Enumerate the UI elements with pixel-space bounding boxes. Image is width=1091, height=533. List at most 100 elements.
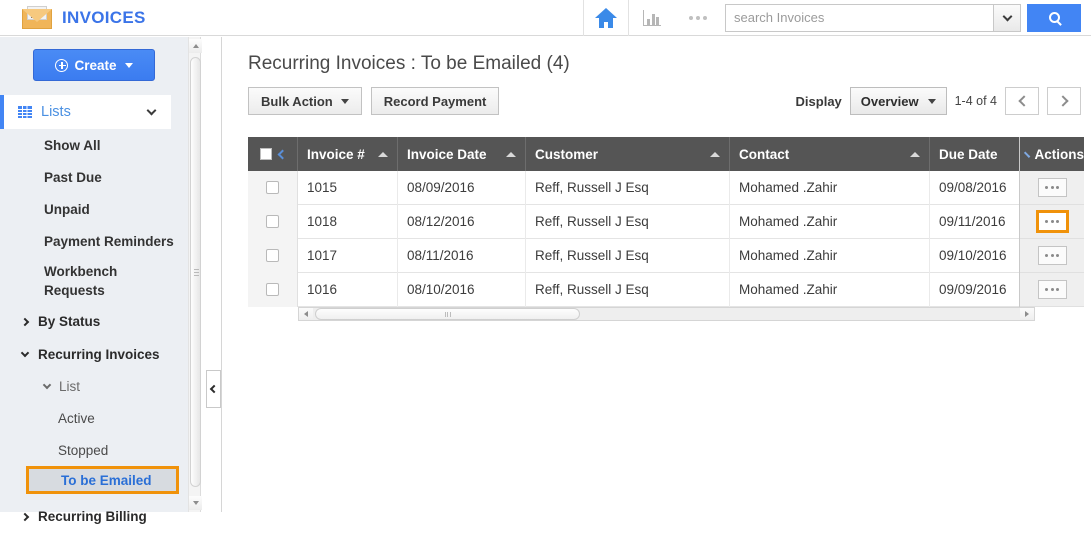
sidebar-item-label: Show All bbox=[44, 138, 101, 153]
search-button[interactable] bbox=[1027, 4, 1081, 32]
plus-circle-icon bbox=[55, 59, 68, 72]
create-button[interactable]: Create bbox=[33, 49, 155, 81]
caret-up-icon bbox=[506, 152, 516, 157]
caret-down-icon bbox=[341, 99, 349, 104]
page-title: INVOICES bbox=[62, 8, 146, 28]
column-header-actions[interactable]: Actions bbox=[1020, 137, 1084, 171]
column-label: Customer bbox=[535, 147, 598, 162]
bar-chart-icon[interactable] bbox=[629, 0, 675, 36]
row-actions-button-highlighted[interactable] bbox=[1036, 210, 1069, 233]
sidebar-group-label: Recurring Billing bbox=[38, 509, 147, 524]
sidebar-item-active[interactable]: Active bbox=[0, 402, 188, 434]
sidebar-item-unpaid[interactable]: Unpaid bbox=[0, 193, 188, 225]
table-row[interactable]: 1016 08/10/2016 Reff, Russell J Esq Moha… bbox=[248, 273, 1084, 307]
table-row[interactable]: 1015 08/09/2016 Reff, Russell J Esq Moha… bbox=[248, 171, 1084, 205]
home-icon[interactable] bbox=[583, 0, 629, 36]
row-checkbox[interactable] bbox=[266, 249, 279, 262]
cell-invoice-no: 1015 bbox=[298, 171, 398, 205]
scrollbar-thumb[interactable] bbox=[315, 308, 580, 320]
sidebar-item-past-due[interactable]: Past Due bbox=[0, 161, 188, 193]
search-icon bbox=[1049, 12, 1060, 23]
sidebar-item-label: Unpaid bbox=[44, 202, 90, 217]
caret-up-icon bbox=[710, 152, 720, 157]
search-input[interactable] bbox=[725, 4, 993, 32]
sidebar-group-by-status[interactable]: By Status bbox=[0, 305, 188, 338]
chevron-right-icon bbox=[21, 317, 29, 325]
sidebar-subgroup-list[interactable]: List bbox=[0, 371, 188, 402]
cell-invoice-no: 1017 bbox=[298, 239, 398, 273]
column-header-contact[interactable]: Contact bbox=[730, 137, 930, 171]
list-page-title: Recurring Invoices : To be Emailed (4) bbox=[248, 53, 1091, 75]
cell-contact: Mohamed .Zahir bbox=[730, 205, 930, 239]
sidebar-item-label: Payment Reminders bbox=[44, 234, 174, 249]
display-controls: Display Overview 1-4 of 4 bbox=[796, 87, 1091, 115]
sidebar-item-label: Active bbox=[58, 411, 95, 426]
row-actions-button[interactable] bbox=[1038, 246, 1067, 265]
row-select-cell[interactable] bbox=[248, 171, 298, 205]
invoice-envelope-icon: $ bbox=[22, 6, 52, 29]
sidebar-group-recurring-billing[interactable]: Recurring Billing bbox=[0, 500, 188, 533]
sidebar-scrollbar[interactable] bbox=[188, 37, 201, 512]
sidebar-item-to-be-emailed[interactable]: To be Emailed bbox=[26, 466, 179, 494]
chevron-right-icon[interactable] bbox=[1024, 151, 1031, 158]
scroll-left-button[interactable] bbox=[299, 308, 313, 320]
main-content: Recurring Invoices : To be Emailed (4) B… bbox=[222, 37, 1091, 512]
search-box bbox=[725, 4, 1081, 32]
record-payment-label: Record Payment bbox=[384, 94, 487, 109]
sidebar-item-lists[interactable]: Lists bbox=[0, 95, 171, 129]
row-select-cell[interactable] bbox=[248, 205, 298, 239]
row-actions-cell bbox=[1020, 205, 1084, 239]
row-select-cell[interactable] bbox=[248, 239, 298, 273]
sidebar-subgroup-label: List bbox=[59, 379, 80, 394]
row-checkbox[interactable] bbox=[266, 215, 279, 228]
row-actions-button[interactable] bbox=[1038, 280, 1067, 299]
sidebar-item-show-all[interactable]: Show All bbox=[0, 129, 188, 161]
row-checkbox[interactable] bbox=[266, 181, 279, 194]
next-page-button[interactable] bbox=[1047, 87, 1081, 115]
sidebar: Create Lists Show All Past Due Unpaid Pa… bbox=[0, 37, 188, 512]
cell-contact: Mohamed .Zahir bbox=[730, 239, 930, 273]
column-header-customer[interactable]: Customer bbox=[526, 137, 730, 171]
sidebar-item-payment-reminders[interactable]: Payment Reminders bbox=[0, 225, 188, 257]
table-row[interactable]: 1017 08/11/2016 Reff, Russell J Esq Moha… bbox=[248, 239, 1084, 273]
cell-invoice-no: 1018 bbox=[298, 205, 398, 239]
select-all-checkbox[interactable] bbox=[260, 148, 272, 160]
chevron-down-icon[interactable] bbox=[147, 106, 157, 116]
caret-down-icon bbox=[125, 63, 133, 68]
display-mode-dropdown[interactable]: Overview bbox=[850, 87, 947, 115]
row-select-cell[interactable] bbox=[248, 273, 298, 307]
scrollbar-thumb[interactable] bbox=[190, 57, 201, 487]
prev-page-button[interactable] bbox=[1005, 87, 1039, 115]
sidebar-item-label: Workbench bbox=[44, 262, 117, 281]
cell-customer: Reff, Russell J Esq bbox=[526, 171, 730, 205]
scroll-right-button[interactable] bbox=[1020, 308, 1034, 320]
column-header-invoice-date[interactable]: Invoice Date bbox=[398, 137, 526, 171]
chevron-left-icon bbox=[209, 385, 217, 393]
bulk-action-button[interactable]: Bulk Action bbox=[248, 87, 362, 115]
search-scope-dropdown[interactable] bbox=[993, 4, 1021, 32]
cell-contact: Mohamed .Zahir bbox=[730, 171, 930, 205]
table-horizontal-scrollbar[interactable] bbox=[298, 307, 1035, 321]
sidebar-item-stopped[interactable]: Stopped bbox=[0, 434, 188, 466]
column-label: Due Date bbox=[939, 147, 998, 162]
display-label: Display bbox=[796, 94, 842, 109]
row-actions-button[interactable] bbox=[1038, 178, 1067, 197]
select-all-header[interactable] bbox=[248, 137, 298, 171]
chevron-left-icon[interactable] bbox=[277, 149, 287, 159]
column-header-invoice-no[interactable]: Invoice # bbox=[298, 137, 398, 171]
scroll-up-button[interactable] bbox=[189, 39, 202, 53]
scroll-down-button[interactable] bbox=[189, 496, 202, 510]
record-payment-button[interactable]: Record Payment bbox=[371, 87, 500, 115]
row-actions-cell bbox=[1020, 171, 1084, 205]
sidebar-item-workbench-requests[interactable]: Workbench Requests bbox=[0, 257, 188, 305]
row-checkbox[interactable] bbox=[266, 283, 279, 296]
table-row[interactable]: 1018 08/12/2016 Reff, Russell J Esq Moha… bbox=[248, 205, 1084, 239]
row-actions-cell bbox=[1020, 273, 1084, 307]
sidebar-item-label: To be Emailed bbox=[61, 473, 152, 488]
chevron-left-icon bbox=[1018, 95, 1029, 106]
ellipsis-icon[interactable] bbox=[675, 0, 721, 36]
sidebar-group-recurring-invoices[interactable]: Recurring Invoices bbox=[0, 338, 188, 371]
sidebar-collapse-handle[interactable] bbox=[206, 370, 221, 408]
cell-invoice-date: 08/09/2016 bbox=[398, 171, 526, 205]
cell-invoice-no: 1016 bbox=[298, 273, 398, 307]
